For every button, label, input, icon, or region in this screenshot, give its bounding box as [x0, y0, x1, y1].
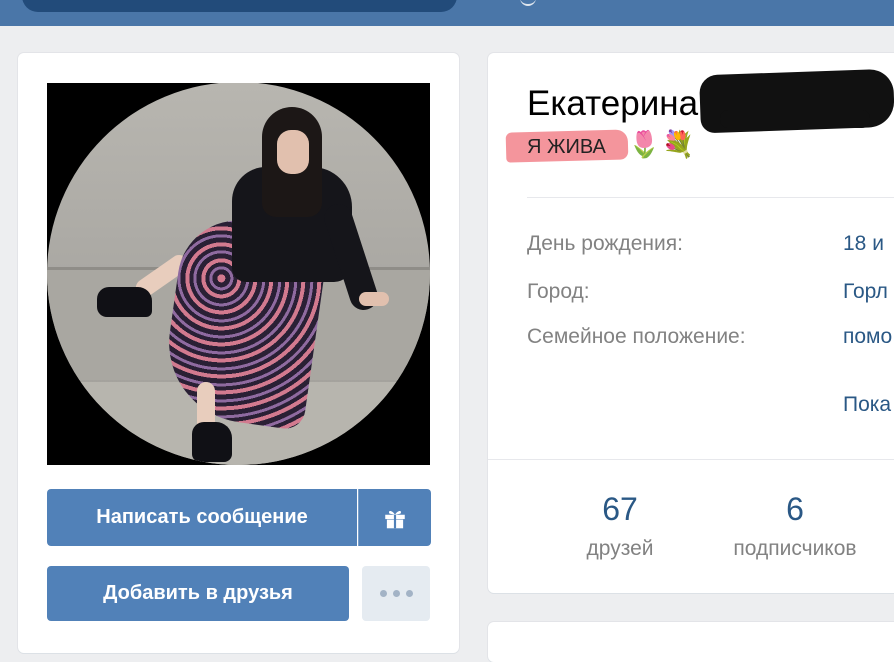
more-icon: [379, 590, 413, 597]
profile-avatar[interactable]: [47, 83, 430, 465]
gift-icon: [385, 510, 405, 528]
info-label-relationship: Семейное положение:: [527, 325, 746, 348]
info-value-relationship[interactable]: помо: [843, 325, 892, 349]
info-value-birthday[interactable]: 18 и: [843, 232, 884, 256]
friends-count[interactable]: 67: [580, 491, 660, 528]
followers-count[interactable]: 6: [755, 491, 835, 528]
top-header: [0, 0, 894, 26]
header-icon[interactable]: [520, 0, 536, 6]
friends-label[interactable]: друзей: [560, 537, 680, 561]
profile-status[interactable]: Я ЖИВА: [527, 136, 606, 159]
send-gift-button[interactable]: [358, 489, 431, 546]
add-friend-button[interactable]: Добавить в друзья: [47, 566, 349, 621]
info-label-city: Город:: [527, 280, 590, 303]
more-actions-button[interactable]: [362, 566, 430, 621]
bouquet-emoji-icon: 💐: [662, 130, 695, 160]
tulip-emoji-icon: 🌷: [628, 130, 661, 160]
profile-name: Екатерина: [527, 84, 699, 123]
divider: [527, 197, 894, 198]
info-value-city[interactable]: Горл: [843, 280, 888, 304]
avatar-photo: [47, 83, 430, 465]
followers-label[interactable]: подписчиков: [710, 537, 880, 561]
info-label-birthday: День рождения:: [527, 232, 683, 255]
next-card: [488, 622, 894, 662]
divider: [488, 459, 894, 460]
show-details-link[interactable]: Пока: [843, 393, 891, 417]
search-bar[interactable]: [22, 0, 457, 12]
write-message-button[interactable]: Написать сообщение: [47, 489, 357, 546]
